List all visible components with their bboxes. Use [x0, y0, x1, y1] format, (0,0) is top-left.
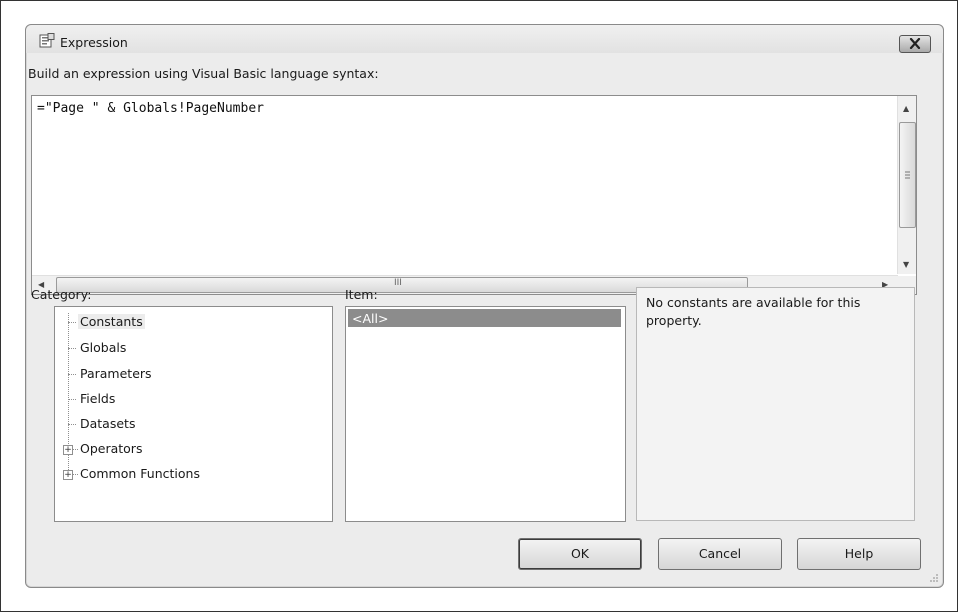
tree-branch: [68, 322, 76, 323]
thumb-grip-icon: III: [394, 278, 402, 288]
tree-branch: [73, 474, 78, 475]
editor-prompt: Build an expression using Visual Basic l…: [28, 66, 379, 81]
category-item-operators[interactable]: Operators: [80, 441, 142, 456]
category-item-constants[interactable]: Constants: [78, 314, 145, 329]
category-item-common-functions[interactable]: Common Functions: [80, 466, 200, 481]
vertical-scrollbar[interactable]: ▲ ▼: [897, 96, 916, 274]
close-button[interactable]: [899, 35, 931, 53]
expression-editor[interactable]: ="Page " & Globals!PageNumber ▲ ▼ ◀ III …: [31, 95, 917, 295]
tree-branch: [73, 449, 78, 450]
thumb-grip-icon: [905, 171, 910, 179]
ok-button[interactable]: OK: [518, 538, 642, 570]
window-title: Expression: [60, 35, 128, 50]
resize-grip-icon[interactable]: [929, 573, 939, 583]
item-label-all: <All>: [352, 311, 389, 326]
scroll-down-icon[interactable]: ▼: [903, 260, 909, 269]
category-item-datasets[interactable]: Datasets: [80, 416, 135, 431]
item-row-all[interactable]: <All>: [348, 309, 621, 327]
cancel-button[interactable]: Cancel: [658, 538, 782, 570]
item-list[interactable]: <All>: [345, 306, 626, 522]
item-label: Item:: [345, 287, 378, 302]
category-item-globals[interactable]: Globals: [80, 340, 126, 355]
title-bar[interactable]: Expression: [26, 25, 943, 53]
help-button[interactable]: Help: [797, 538, 921, 570]
category-tree[interactable]: Constants Globals Parameters Fields Data…: [54, 306, 333, 522]
tree-branch: [68, 424, 76, 425]
expand-plus-icon[interactable]: +: [63, 470, 73, 480]
scroll-up-icon[interactable]: ▲: [903, 104, 909, 113]
description-text: No constants are available for this prop…: [646, 295, 861, 328]
expression-text[interactable]: ="Page " & Globals!PageNumber: [37, 101, 264, 116]
expression-window-icon: [39, 33, 55, 49]
description-panel: No constants are available for this prop…: [636, 287, 915, 521]
category-label: Category:: [31, 287, 92, 302]
expression-dialog: Expression Build an expression using Vis…: [25, 24, 944, 588]
category-item-parameters[interactable]: Parameters: [80, 366, 152, 381]
vertical-scroll-thumb[interactable]: [899, 122, 916, 228]
expand-plus-icon[interactable]: +: [63, 445, 73, 455]
close-icon: [909, 38, 921, 49]
tree-branch: [68, 374, 76, 375]
category-item-fields[interactable]: Fields: [80, 391, 115, 406]
tree-branch: [68, 399, 76, 400]
tree-branch: [68, 348, 76, 349]
